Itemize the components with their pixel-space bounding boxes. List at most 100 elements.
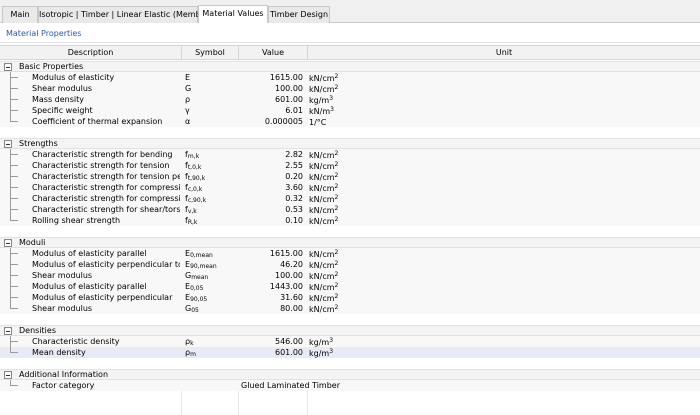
table-row[interactable]: Characteristic strength for bending fm,k 2… [0, 149, 700, 160]
table-row[interactable]: Mean density ρm 601.00 kg/m3 [0, 347, 700, 358]
column-symbol[interactable]: Symbol [182, 48, 238, 57]
table-row[interactable]: Modulus of elasticity parallel E0,mean 161… [0, 248, 700, 259]
table-row[interactable]: Rolling shear strength fR,k 0.10 kN/cm2 [0, 215, 700, 226]
tab-timber-design[interactable]: Timber Design [268, 6, 330, 23]
property-value[interactable]: 3.60 [238, 183, 303, 192]
tab-bar: Main Isotropic | Timber | Linear Elastic … [0, 0, 700, 24]
property-value[interactable]: 1443.00 [238, 282, 303, 291]
tab-material-values[interactable]: Material Values [198, 5, 268, 24]
unit-main: kN/cm [309, 294, 335, 303]
tree-branch-line [10, 99, 18, 100]
property-value[interactable]: 6.01 [238, 106, 303, 115]
table-row[interactable]: Coefficient of thermal expansion α 0.00000… [0, 116, 700, 127]
group-header[interactable]: Strengths [0, 138, 700, 149]
property-value[interactable]: 1615.00 [238, 73, 303, 82]
unit-main: kN/cm [309, 173, 335, 182]
group-header[interactable]: Basic Properties [0, 61, 700, 72]
unit-exponent: 2 [334, 304, 339, 311]
tab-main[interactable]: Main [2, 6, 38, 23]
property-value[interactable]: 100.00 [238, 84, 303, 93]
table-row[interactable]: Shear modulus G 100.00 kN/cm2 [0, 83, 700, 94]
property-unit: kN/cm2 [309, 249, 338, 259]
table-row[interactable]: Characteristic density ρk 546.00 kg/m3 [0, 336, 700, 347]
property-value[interactable]: 0.53 [238, 205, 303, 214]
column-value[interactable]: Value [239, 48, 307, 57]
group-header[interactable]: Additional Information [0, 369, 700, 380]
table-row[interactable]: Modulus of elasticity E 1615.00 kN/cm2 [0, 72, 700, 83]
column-unit[interactable]: Unit [308, 48, 700, 57]
property-value[interactable]: 2.82 [238, 150, 303, 159]
tab-isotropic-timber-linear-elastic-members[interactable]: Isotropic | Timber | Linear Elastic (Mem… [38, 6, 216, 23]
group-name: Moduli [19, 238, 46, 247]
property-value[interactable]: 80.00 [238, 304, 303, 313]
property-value[interactable]: 0.10 [238, 216, 303, 225]
table-row[interactable]: Characteristic strength for compression f… [0, 182, 700, 193]
property-value[interactable]: 601.00 [238, 348, 303, 357]
property-unit: kg/m3 [309, 337, 333, 347]
property-value[interactable]: 0.32 [238, 194, 303, 203]
collapse-toggle-icon[interactable] [4, 327, 12, 335]
unit-exponent: 2 [334, 249, 339, 256]
unit-exponent: 2 [334, 161, 339, 168]
property-unit: kN/cm2 [309, 150, 338, 160]
tree-branch-line [10, 286, 18, 287]
spacer-row [0, 127, 700, 138]
table-row[interactable]: Characteristic strength for shear/torsio… [0, 204, 700, 215]
collapse-toggle-icon[interactable] [4, 63, 12, 71]
unit-exponent: 2 [334, 84, 339, 91]
property-description: Coefficient of thermal expansion [32, 117, 163, 126]
table-row[interactable]: Characteristic strength for tension perp… [0, 171, 700, 182]
property-value[interactable]: 31.60 [238, 293, 303, 302]
property-value[interactable]: 46.20 [238, 260, 303, 269]
property-description: Characteristic density [32, 337, 120, 346]
group-name: Strengths [19, 139, 58, 148]
group-header[interactable]: Moduli [0, 237, 700, 248]
property-symbol: E0,mean [185, 249, 213, 259]
table-row[interactable]: Modulus of elasticity parallel E0,05 1443.… [0, 281, 700, 292]
unit-exponent: 2 [334, 282, 339, 289]
collapse-toggle-icon[interactable] [4, 371, 12, 379]
unit-main: kN/cm [309, 184, 335, 193]
property-value[interactable]: 0.20 [238, 172, 303, 181]
table-row[interactable]: Mass density ρ 601.00 kg/m3 [0, 94, 700, 105]
table-row[interactable]: Specific weight γ 6.01 kN/m3 [0, 105, 700, 116]
symbol-main: α [185, 117, 191, 126]
group-header-bar [0, 138, 700, 149]
property-description: Modulus of elasticity [32, 73, 115, 82]
table-row[interactable]: Shear modulus G05 80.00 kN/cm2 [0, 303, 700, 314]
property-value[interactable]: Glued Laminated Timber [241, 381, 441, 390]
column-description[interactable]: Description [0, 48, 181, 57]
unit-main: 1/°C [309, 118, 327, 127]
property-unit: kN/m3 [309, 106, 334, 116]
collapse-toggle-icon[interactable] [4, 239, 12, 247]
unit-main: kN/cm [309, 206, 335, 215]
table-row[interactable]: Modulus of elasticity perpendicular to .… [0, 259, 700, 270]
property-value[interactable]: 2.55 [238, 161, 303, 170]
unit-main: kN/m [309, 107, 331, 116]
collapse-toggle-icon[interactable] [4, 140, 12, 148]
tree-branch-line [10, 165, 18, 166]
property-value[interactable]: 0.000005 [238, 117, 303, 126]
property-value[interactable]: 601.00 [238, 95, 303, 104]
table-row[interactable]: Characteristic strength for tension ft,0,… [0, 160, 700, 171]
property-symbol: fc,0,k [185, 183, 202, 193]
property-value[interactable]: 100.00 [238, 271, 303, 280]
unit-main: kN/cm [309, 217, 335, 226]
unit-main: kN/cm [309, 261, 335, 270]
tree-line [10, 380, 11, 386]
property-description: Characteristic strength for compression [32, 183, 180, 192]
unit-main: kN/cm [309, 283, 335, 292]
tree-line [10, 149, 11, 221]
table-row[interactable]: Characteristic strength for compression.… [0, 193, 700, 204]
group-header[interactable]: Densities [0, 325, 700, 336]
property-symbol: G05 [185, 304, 199, 314]
table-row[interactable]: Shear modulus Gmean 100.00 kN/cm2 [0, 270, 700, 281]
table-row[interactable]: Modulus of elasticity perpendicular E90,0… [0, 292, 700, 303]
property-value[interactable]: 1615.00 [238, 249, 303, 258]
property-value[interactable]: 546.00 [238, 337, 303, 346]
tree-branch-line [10, 154, 18, 155]
property-symbol: ρ [185, 95, 190, 105]
table-row[interactable]: Factor category Glued Laminated Timber [0, 380, 700, 391]
symbol-subscript: mean [191, 274, 209, 281]
material-properties-table: Basic Properties Modulus of elasticity E 16… [0, 61, 700, 415]
